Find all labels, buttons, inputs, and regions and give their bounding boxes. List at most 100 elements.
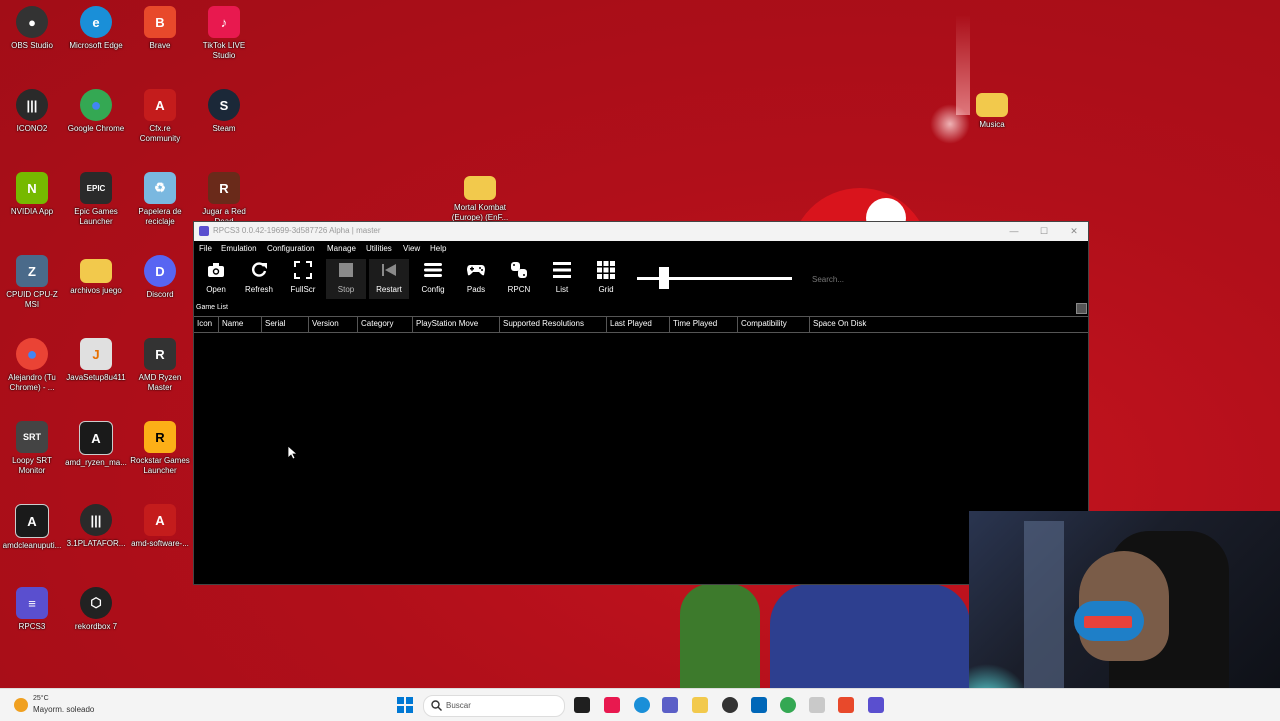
desktop-icon-label: Musica: [979, 120, 1005, 129]
game-list-table[interactable]: [194, 333, 1088, 583]
desktop-icon-rockstar-games-launcher[interactable]: R Rockstar Games Launcher: [128, 421, 192, 476]
desktop-icon-epic-games-launcher[interactable]: EPIC Epic Games Launcher: [64, 172, 128, 227]
desktop-icon-cpuid-cpu-z[interactable]: Z CPUID CPU-Z MSI: [0, 255, 64, 310]
taskbar-brave-icon[interactable]: [838, 697, 854, 713]
taskbar-app-icon[interactable]: [809, 697, 825, 713]
desktop-icon-rpcs3[interactable]: ≡ RPCS3: [0, 587, 64, 632]
red-dead-icon: R: [208, 172, 240, 204]
taskbar-obs-icon[interactable]: [722, 697, 738, 713]
desktop-icon-google-chrome[interactable]: ● Google Chrome: [64, 89, 128, 134]
stop-button[interactable]: Stop: [326, 259, 366, 299]
rpcn-label: RPCN: [507, 285, 531, 294]
column-header-icon[interactable]: Icon: [194, 317, 219, 332]
desktop-icon-recycle-bin[interactable]: ♻ Papelera de reciclaje: [128, 172, 192, 227]
desktop-icon-loopy-srt-monitor[interactable]: SRT Loopy SRT Monitor: [0, 421, 64, 476]
column-header-serial[interactable]: Serial: [262, 317, 309, 332]
desktop-icon-label: Mortal Kombat (Europe) (EnF...: [451, 203, 509, 222]
desktop-icon-alejandro-chrome[interactable]: ● Alejandro (Tu Chrome) - ...: [0, 338, 64, 393]
start-button[interactable]: [397, 697, 413, 713]
menu-utilities[interactable]: Utilities: [366, 244, 392, 253]
desktop-icon-rekordbox-7[interactable]: ⬡ rekordbox 7: [64, 587, 128, 632]
rockstar-icon: R: [144, 421, 176, 453]
desktop-icon-javasetup[interactable]: J JavaSetup8u411: [64, 338, 128, 383]
menu-file[interactable]: File: [199, 244, 212, 253]
list-icon: [542, 259, 582, 281]
stop-icon: [326, 259, 366, 281]
webcam-shelf: [1024, 521, 1064, 701]
column-header-supported-resolutions[interactable]: Supported Resolutions: [500, 317, 607, 332]
fullscreen-button[interactable]: FullScr: [283, 259, 323, 299]
toolbar: Open Refresh FullScr Stop Restart Config…: [194, 257, 1088, 301]
column-header-space-on-disk[interactable]: Space On Disk: [810, 317, 1088, 332]
desktop-icon-discord[interactable]: D Discord: [128, 255, 192, 300]
desktop-icon-label: 3.1PLATAFOR...: [66, 539, 126, 548]
restart-button[interactable]: Restart: [369, 259, 409, 299]
menu-emulation[interactable]: Emulation: [221, 244, 257, 253]
column-header-name[interactable]: Name: [219, 317, 262, 332]
folder-icon: [976, 93, 1008, 117]
dock-float-button[interactable]: [1076, 303, 1087, 314]
desktop-icon-obs-studio[interactable]: ● OBS Studio: [0, 6, 64, 51]
taskbar-search-placeholder: Buscar: [446, 701, 471, 710]
fullscreen-icon: [283, 259, 323, 281]
search-icon: [431, 700, 442, 711]
desktop-icon-amd-ryzen-master[interactable]: R AMD Ryzen Master: [128, 338, 192, 393]
desktop-icon-nvidia-app[interactable]: N NVIDIA App: [0, 172, 64, 217]
desktop-icon-amd-ryzen-ma[interactable]: Aamd_ryzen_ma...: [64, 421, 128, 468]
column-header-category[interactable]: Category: [358, 317, 413, 332]
minimize-button[interactable]: —: [1006, 224, 1022, 238]
chrome-icon: ●: [80, 89, 112, 121]
desktop-icon-steam[interactable]: S Steam: [192, 89, 256, 134]
window-titlebar[interactable]: RPCS3 0.0.42-19699-3d587726 Alpha | mast…: [194, 222, 1088, 241]
open-button[interactable]: Open: [196, 259, 236, 299]
desktop-icon-brave[interactable]: B Brave: [128, 6, 192, 51]
weather-sun-icon[interactable]: [14, 698, 28, 712]
desktop-icon-cfxre-community[interactable]: A Cfx.re Community: [128, 89, 192, 144]
desktop-icon-archivos-juego[interactable]: archivos juego: [64, 255, 128, 296]
taskbar-tiktok-icon[interactable]: [604, 697, 620, 713]
maximize-button[interactable]: ☐: [1036, 224, 1052, 238]
desktop-icon-icono2[interactable]: ||| ICONO2: [0, 89, 64, 134]
taskbar-store-icon[interactable]: [751, 697, 767, 713]
taskbar: 25°C Mayorm. soleado Buscar: [0, 688, 1280, 721]
weather-temperature[interactable]: 25°C: [33, 695, 49, 702]
grid-button[interactable]: Grid: [586, 259, 626, 299]
close-button[interactable]: ✕: [1066, 224, 1082, 238]
menu-configuration[interactable]: Configuration: [267, 244, 315, 253]
weather-description[interactable]: Mayorm. soleado: [33, 705, 94, 714]
taskbar-edge-icon[interactable]: [634, 697, 650, 713]
column-header-compatibility[interactable]: Compatibility: [738, 317, 810, 332]
pads-button[interactable]: Pads: [456, 259, 496, 299]
list-button[interactable]: List: [542, 259, 582, 299]
taskbar-rpcs3-icon[interactable]: [868, 697, 884, 713]
desktop-icon-mortal-kombat[interactable]: Mortal Kombat (Europe) (EnF...: [448, 172, 512, 223]
desktop-icon-microsoft-edge[interactable]: e Microsoft Edge: [64, 6, 128, 51]
list-label: List: [555, 285, 569, 294]
menu-manage[interactable]: Manage: [327, 244, 356, 253]
column-header-version[interactable]: Version: [309, 317, 358, 332]
desktop-icon-label: Discord: [146, 290, 174, 299]
menu-help[interactable]: Help: [430, 244, 446, 253]
config-button[interactable]: Config: [413, 259, 453, 299]
taskbar-search[interactable]: Buscar: [423, 695, 565, 717]
taskbar-file-explorer-icon[interactable]: [692, 697, 708, 713]
taskbar-chrome-icon[interactable]: [780, 697, 796, 713]
column-header-time-played[interactable]: Time Played: [670, 317, 738, 332]
task-view-icon[interactable]: [574, 697, 590, 713]
desktop-icon-musica[interactable]: Musica: [960, 89, 1024, 130]
steam-icon: S: [208, 89, 240, 121]
rpcn-button[interactable]: RPCN: [499, 259, 539, 299]
desktop-icon-3-1plataforma[interactable]: ||| 3.1PLATAFOR...: [64, 504, 128, 549]
icon-size-slider-handle[interactable]: [658, 267, 669, 289]
config-label: Config: [421, 285, 445, 294]
desktop-icon-amd-software[interactable]: Aamd-software-...: [128, 504, 192, 549]
desktop-icon-label: TikTok LIVE Studio: [202, 41, 246, 60]
desktop-icon-tiktok-live-studio[interactable]: ♪ TikTok LIVE Studio: [192, 6, 256, 61]
taskbar-teams-icon[interactable]: [662, 697, 678, 713]
column-header-last-played[interactable]: Last Played: [607, 317, 670, 332]
game-search-input[interactable]: [810, 271, 924, 287]
menu-view[interactable]: View: [403, 244, 420, 253]
desktop-icon-amdcleanuputility[interactable]: Aamdcleanuputi...: [0, 504, 64, 551]
refresh-button[interactable]: Refresh: [239, 259, 279, 299]
column-header-playstation-move[interactable]: PlayStation Move: [413, 317, 500, 332]
